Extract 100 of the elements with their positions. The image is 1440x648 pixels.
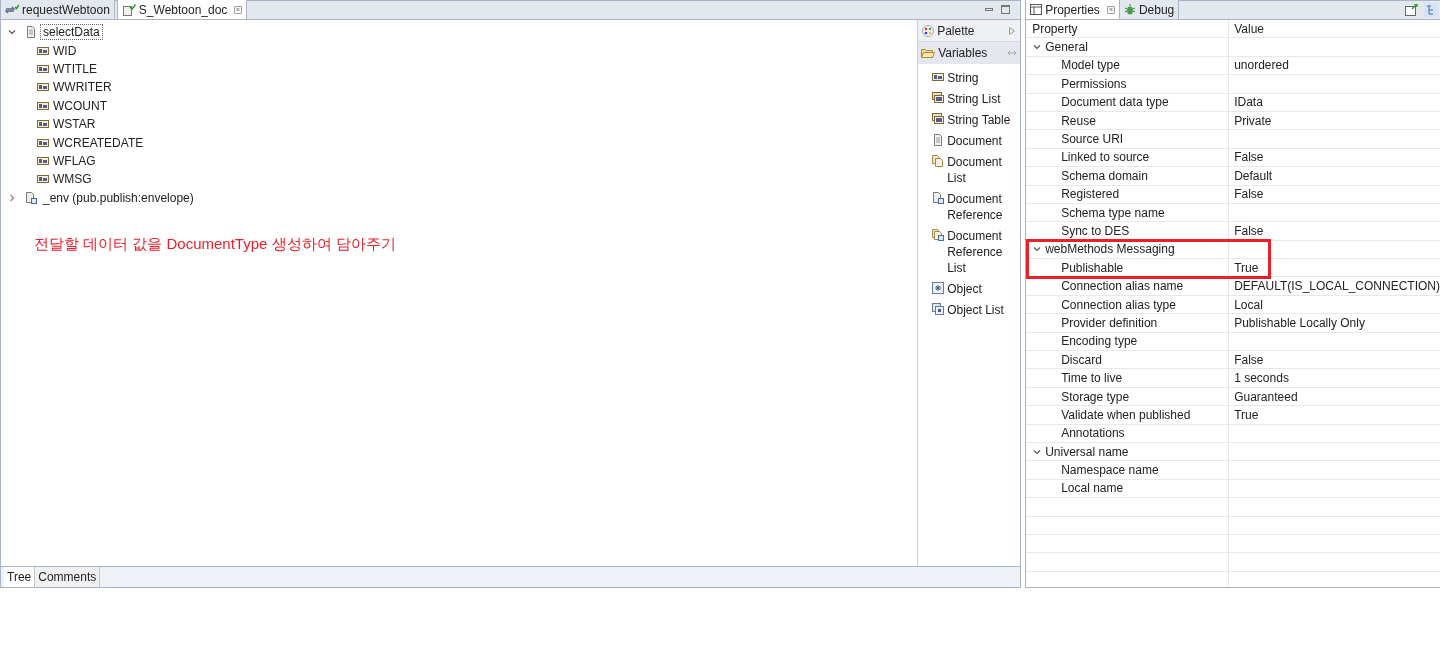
palette-item[interactable]: String Table — [947, 111, 1011, 128]
property-name: Permissions — [1061, 75, 1127, 93]
tab-label: Debug — [1138, 1, 1175, 19]
group-header: webMethods Messaging — [1045, 241, 1175, 259]
documents-icon — [932, 154, 945, 167]
property-name: Discard — [1061, 351, 1102, 369]
property-value[interactable]: True — [1229, 258, 1259, 277]
tree-node[interactable]: WWRITER — [53, 78, 112, 97]
palette-item[interactable]: Document — [947, 132, 1002, 149]
tree-node[interactable]: WID — [53, 41, 77, 60]
property-name: Storage type — [1061, 388, 1130, 406]
field-icon — [37, 81, 49, 94]
tab-label: requestWebtoon — [22, 1, 110, 19]
column-header[interactable]: Property — [1026, 20, 1230, 38]
property-value[interactable]: False — [1229, 350, 1264, 369]
service-icon — [5, 3, 19, 16]
field-icon — [932, 70, 945, 83]
field-icon — [37, 154, 49, 167]
tab-label: S_Webtoon_doc — [138, 1, 228, 19]
property-value[interactable]: Publishable Locally Only — [1229, 313, 1365, 332]
view-tab[interactable]: Comments — [35, 567, 101, 587]
field-icon — [37, 62, 49, 75]
property-value[interactable]: False — [1229, 222, 1264, 240]
minimize-icon[interactable] — [985, 8, 994, 11]
palette-item[interactable]: String List — [947, 90, 1001, 107]
tab-label: Properties — [1045, 1, 1100, 19]
editor-tab[interactable]: requestWebtoon — [1, 0, 115, 19]
tree-node[interactable]: WFLAG — [53, 151, 96, 170]
field-icon — [37, 99, 49, 112]
property-name: Registered — [1061, 186, 1120, 204]
chevron-right-icon[interactable] — [7, 192, 17, 203]
property-name: Provider definition — [1061, 314, 1158, 332]
palette-item[interactable]: Document Reference — [947, 190, 1019, 223]
view-tab[interactable]: Debug — [1119, 0, 1180, 19]
property-name: Validate when published — [1061, 406, 1191, 424]
objects-icon — [932, 302, 945, 315]
view-tab[interactable]: Tree — [4, 567, 36, 587]
tree-node[interactable]: WMSG — [53, 170, 92, 189]
property-name: Annotations — [1061, 425, 1125, 443]
tree-node[interactable]: WSTAR — [53, 115, 96, 134]
field-list-icon — [932, 112, 945, 125]
property-name: Time to live — [1061, 370, 1123, 388]
property-name: Encoding type — [1061, 333, 1138, 351]
column-header[interactable]: Value — [1229, 19, 1264, 38]
property-name: Connection alias type — [1061, 296, 1176, 314]
field-icon — [37, 118, 49, 131]
palette-item[interactable]: Object — [947, 280, 982, 297]
property-value[interactable]: False — [1229, 185, 1264, 204]
field-icon — [37, 44, 49, 57]
document-type-icon — [121, 3, 136, 16]
property-value[interactable]: True — [1229, 405, 1259, 424]
tree-node[interactable]: WCREATEDATE — [53, 133, 144, 152]
property-name: Schema domain — [1061, 167, 1148, 185]
new-window-icon[interactable] — [1405, 3, 1418, 16]
property-value[interactable]: unordered — [1229, 56, 1289, 75]
expand-icon[interactable] — [1008, 25, 1017, 36]
tree-node[interactable]: selectData — [40, 24, 103, 41]
bug-icon — [1123, 3, 1136, 16]
property-value[interactable]: Default — [1229, 166, 1273, 185]
tree-node[interactable]: WCOUNT — [53, 96, 107, 115]
document-icon — [932, 133, 945, 146]
maximize-icon[interactable] — [1001, 5, 1011, 14]
property-name: Local name — [1061, 480, 1124, 498]
pin-icon[interactable] — [1007, 49, 1018, 57]
property-value[interactable]: DEFAULT(IS_LOCAL_CONNECTION) — [1229, 277, 1440, 296]
close-icon[interactable] — [234, 5, 243, 14]
view-tab[interactable]: Properties — [1026, 0, 1120, 19]
field-list-icon — [932, 91, 945, 104]
object-icon — [932, 281, 945, 294]
property-name: Source URI — [1061, 131, 1124, 149]
property-value[interactable]: 1 seconds — [1229, 369, 1289, 388]
documents-link-icon — [932, 228, 945, 241]
group-header: General — [1045, 39, 1088, 57]
property-name: Publishable — [1061, 259, 1124, 277]
property-value[interactable]: Local — [1229, 295, 1263, 314]
palette-item[interactable]: String — [947, 69, 979, 86]
property-value[interactable]: Guaranteed — [1229, 387, 1298, 406]
annotation-text: 전달할 데이터 값을 DocumentType 생성하여 담아주기 — [34, 234, 396, 252]
palette-item[interactable]: Document List — [947, 153, 1019, 186]
folder-icon — [921, 47, 936, 59]
document-icon — [25, 26, 37, 39]
group-header: Universal name — [1045, 443, 1129, 461]
document-link-icon — [25, 191, 37, 204]
property-name: Sync to DES — [1061, 223, 1130, 240]
tree-node[interactable]: _env (pub.publish:envelope) — [40, 189, 197, 206]
palette-item[interactable]: Document Reference List — [947, 227, 1019, 276]
field-icon — [37, 136, 49, 149]
tree-node[interactable]: WTITLE — [53, 59, 97, 78]
document-link-icon — [932, 191, 945, 204]
property-name: Model type — [1061, 57, 1120, 75]
property-value[interactable]: False — [1229, 148, 1264, 167]
editor-tab[interactable]: S_Webtoon_doc — [116, 0, 248, 19]
property-value[interactable]: Private — [1229, 111, 1272, 130]
property-name: Namespace name — [1061, 462, 1159, 480]
tree-view-icon[interactable] — [1424, 2, 1438, 17]
property-value[interactable]: IData — [1229, 93, 1263, 112]
field-icon — [37, 173, 49, 186]
close-icon[interactable] — [1106, 5, 1115, 14]
palette-item[interactable]: Object List — [947, 301, 1004, 318]
palette-title: Palette — [937, 22, 975, 40]
